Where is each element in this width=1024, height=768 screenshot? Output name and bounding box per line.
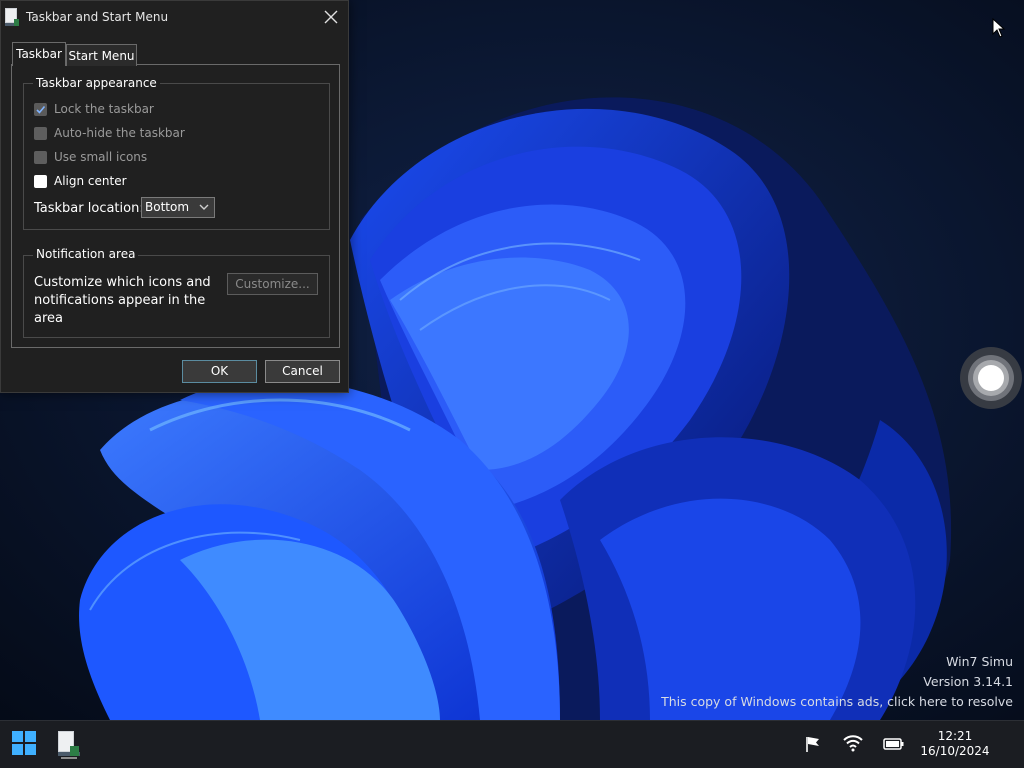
align-center-option[interactable]: Align center <box>34 173 127 189</box>
watermark-product: Win7 Simu <box>946 654 1013 669</box>
lock-taskbar-checkbox[interactable] <box>34 102 47 116</box>
auto-hide-label: Auto-hide the taskbar <box>54 126 185 140</box>
taskbar-clock[interactable]: 12:21 16/10/2024 <box>915 729 995 759</box>
mouse-cursor-icon <box>992 18 1006 38</box>
dialog-title: Taskbar and Start Menu <box>26 10 169 24</box>
watermark-version: Version 3.14.1 <box>923 674 1013 689</box>
small-icons-checkbox[interactable] <box>34 150 47 164</box>
clock-date: 16/10/2024 <box>920 744 990 758</box>
windows-logo-icon[interactable] <box>11 730 37 756</box>
wifi-icon[interactable] <box>842 734 864 752</box>
flag-icon[interactable] <box>804 735 822 753</box>
taskbar-location-label: Taskbar location: <box>34 201 144 216</box>
customize-button[interactable]: Customize... <box>227 273 318 295</box>
taskbar-settings-app-icon <box>5 8 19 26</box>
clock-time: 12:21 <box>937 729 973 743</box>
notification-area-description: Customize which icons and notifications … <box>34 275 211 326</box>
close-icon[interactable] <box>319 5 343 29</box>
activation-notice-link[interactable]: This copy of Windows contains ads, click… <box>661 694 1013 709</box>
battery-icon[interactable] <box>883 737 905 751</box>
small-icons-option[interactable]: Use small icons <box>34 149 147 165</box>
auto-hide-checkbox[interactable] <box>34 126 47 140</box>
taskbar-settings-app-icon[interactable] <box>55 729 83 759</box>
align-center-checkbox[interactable] <box>34 174 47 188</box>
taskbar-location-value: Bottom <box>145 200 190 214</box>
assistive-touch-button[interactable] <box>959 346 1023 410</box>
auto-hide-option[interactable]: Auto-hide the taskbar <box>34 125 185 141</box>
notification-area-legend: Notification area <box>33 247 139 261</box>
ok-button[interactable]: OK <box>182 360 257 383</box>
taskbar <box>0 720 1024 768</box>
taskbar-properties-dialog: Taskbar and Start Menu Taskbar Start Men… <box>0 0 349 393</box>
taskbar-appearance-legend: Taskbar appearance <box>33 76 160 90</box>
small-icons-label: Use small icons <box>54 150 148 164</box>
desktop[interactable]: Win7 Simu Version 3.14.1 This copy of Wi… <box>0 0 1024 720</box>
lock-taskbar-option[interactable]: Lock the taskbar <box>34 101 154 117</box>
tab-taskbar[interactable]: Taskbar <box>12 42 66 66</box>
tab-start-menu[interactable]: Start Menu <box>66 44 137 66</box>
cancel-button[interactable]: Cancel <box>265 360 340 383</box>
align-center-label: Align center <box>54 174 127 188</box>
lock-taskbar-label: Lock the taskbar <box>54 102 154 116</box>
taskbar-location-dropdown[interactable]: Bottom <box>141 197 215 218</box>
chevron-down-icon <box>199 204 209 210</box>
dialog-titlebar[interactable]: Taskbar and Start Menu <box>1 1 348 33</box>
